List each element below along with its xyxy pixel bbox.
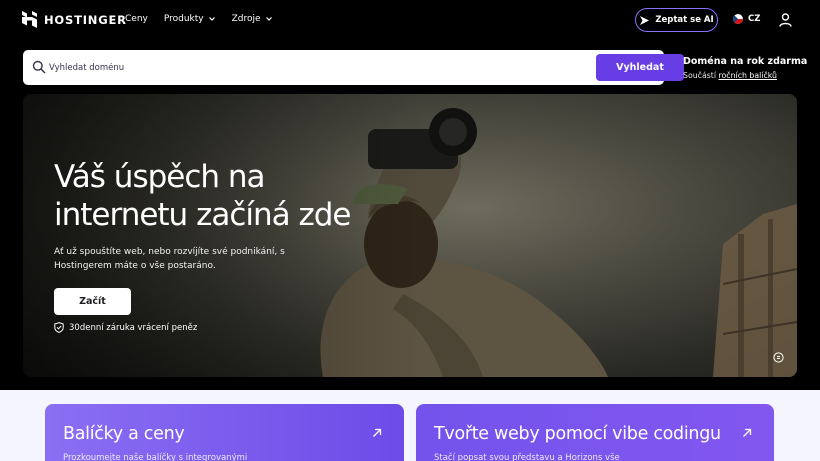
main-nav: Ceny Produkty Zdroje <box>125 14 273 24</box>
pause-icon[interactable] <box>773 352 784 363</box>
card-title: Balíčky a ceny <box>63 424 185 444</box>
promo-subtitle: Součástí ročních balíčků <box>683 71 807 80</box>
annual-plans-link[interactable]: ročních balíčků <box>719 71 777 80</box>
arrow-up-right-icon <box>743 428 752 437</box>
ask-ai-label: Zeptat se AI <box>655 15 714 25</box>
hero-title: Váš úspěch na internetu začíná zde <box>54 159 352 233</box>
nav-item-label: Ceny <box>125 14 148 24</box>
nav-item-ceny[interactable]: Ceny <box>125 14 148 24</box>
card-title: Tvořte weby pomocí vibe codingu <box>434 424 721 444</box>
ask-ai-button[interactable]: Zeptat se AI <box>635 8 718 32</box>
search-icon <box>32 60 46 74</box>
nav-item-zdroje[interactable]: Zdroje <box>232 14 273 24</box>
hero-overlay <box>23 94 423 377</box>
domain-search-input[interactable] <box>49 56 569 79</box>
nav-item-label: Produkty <box>163 14 204 24</box>
card-description: Prozkoumejte naše balíčky s integrovaným… <box>63 453 248 461</box>
shield-check-icon <box>54 322 64 333</box>
promo-title: Doména na rok zdarma <box>683 56 808 67</box>
free-domain-promo: Doména na rok zdarma Součástí ročních ba… <box>683 56 807 80</box>
sparkle-icon <box>640 15 650 25</box>
card-plans-pricing[interactable]: Balíčky a ceny Prozkoumejte naše balíčky… <box>45 404 404 461</box>
hero-banner: Váš úspěch na internetu začíná zde Ať už… <box>23 94 797 377</box>
get-started-button[interactable]: Začít <box>54 288 131 315</box>
nav-item-produkty[interactable]: Produkty <box>164 14 216 24</box>
domain-search-bar: Vyhledat <box>23 50 684 85</box>
user-icon[interactable] <box>779 13 792 27</box>
promo-sub-prefix: Součástí <box>683 71 717 80</box>
hero-subtitle: Ať už spouštíte web, nebo rozvíjíte své … <box>54 247 285 271</box>
language-selector[interactable]: CZ <box>733 14 760 24</box>
search-button[interactable]: Vyhledat <box>596 54 684 81</box>
card-description: Stačí popsat svou představu a Horizons v… <box>434 453 620 461</box>
hostinger-logo-icon <box>22 11 37 28</box>
logo-text: HOSTINGER <box>44 12 127 27</box>
hostinger-logo[interactable]: HOSTINGER <box>22 11 127 28</box>
money-back-guarantee: 30denní záruka vrácení peněz <box>54 322 197 333</box>
card-vibe-coding[interactable]: Tvořte weby pomocí vibe codingu Stačí po… <box>416 404 774 461</box>
arrow-up-right-icon <box>373 428 382 437</box>
guarantee-text: 30denní záruka vrácení peněz <box>69 322 198 333</box>
feature-cards-section: Balíčky a ceny Prozkoumejte naše balíčky… <box>0 390 820 461</box>
chevron-down-icon <box>208 17 215 21</box>
nav-item-label: Zdroje <box>231 14 261 24</box>
chevron-down-icon <box>265 17 272 21</box>
language-code: CZ <box>748 14 761 24</box>
czech-flag-icon <box>733 14 743 24</box>
top-navigation-bar: HOSTINGER Ceny Produkty Zdroje Zeptat se… <box>0 0 820 40</box>
